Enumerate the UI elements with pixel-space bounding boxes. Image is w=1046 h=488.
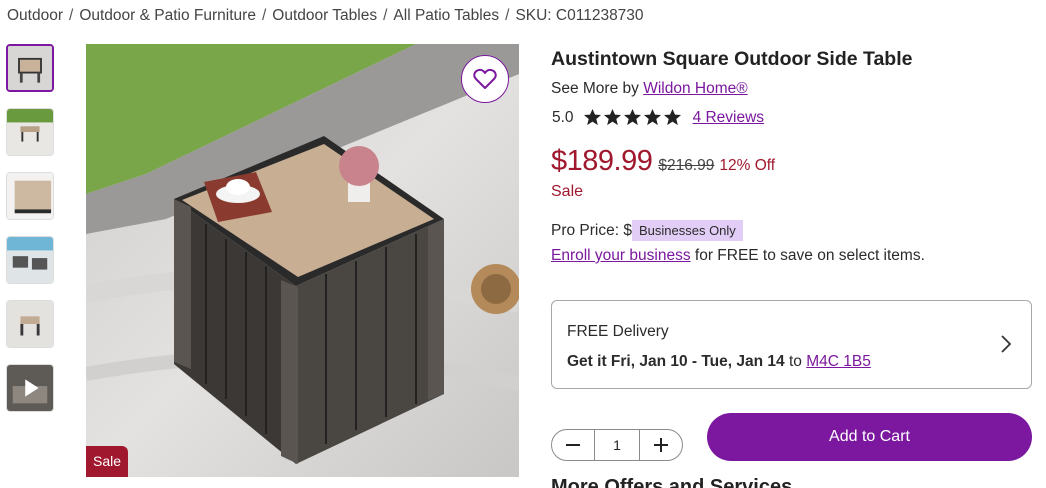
thumbnail-5[interactable] bbox=[6, 300, 54, 348]
thumbnail-image bbox=[7, 237, 53, 283]
star-icon bbox=[603, 108, 621, 126]
plus-icon bbox=[654, 438, 668, 452]
reviews-link[interactable]: 4 Reviews bbox=[693, 109, 765, 127]
breadcrumb-outdoor-patio-furniture[interactable]: Outdoor & Patio Furniture bbox=[79, 7, 256, 24]
add-to-cart-button[interactable]: Add to Cart bbox=[707, 413, 1032, 461]
sale-label: Sale bbox=[551, 183, 584, 200]
pro-price-row: Pro Price: $ Businesses Only bbox=[551, 220, 743, 241]
enroll-business-link[interactable]: Enroll your business bbox=[551, 247, 691, 264]
product-photo bbox=[86, 44, 519, 477]
heart-icon bbox=[473, 68, 497, 89]
delivery-title: FREE Delivery bbox=[567, 323, 669, 340]
thumbnail-image bbox=[8, 46, 52, 90]
chevron-right-icon bbox=[1001, 335, 1011, 353]
product-title: Austintown Square Outdoor Side Table bbox=[551, 48, 913, 70]
star-icon bbox=[663, 108, 681, 126]
minus-icon bbox=[566, 444, 580, 446]
pro-price-label: Pro Price: $ bbox=[551, 221, 632, 239]
thumbnail-image bbox=[7, 173, 53, 219]
more-offers-heading: More Offers and Services bbox=[551, 476, 793, 488]
discount-percent: 12% Off bbox=[719, 157, 776, 174]
breadcrumb-separator: / bbox=[69, 7, 74, 24]
postal-code-link[interactable]: M4C 1B5 bbox=[806, 353, 871, 370]
thumbnail-strip bbox=[6, 44, 54, 428]
breadcrumb-all-patio-tables[interactable]: All Patio Tables bbox=[393, 7, 499, 24]
quantity-stepper bbox=[551, 429, 683, 461]
increase-quantity-button[interactable] bbox=[640, 430, 682, 460]
sale-price: $189.99 bbox=[551, 145, 653, 177]
original-price: $216.99 bbox=[658, 157, 715, 174]
sale-badge: Sale bbox=[86, 446, 129, 477]
breadcrumb-separator: / bbox=[383, 7, 388, 24]
star-icon bbox=[623, 108, 641, 126]
breadcrumb-outdoor-tables[interactable]: Outdoor Tables bbox=[272, 7, 377, 24]
delivery-window: Get it Fri, Jan 10 - Tue, Jan 14 bbox=[567, 353, 785, 370]
brand-link[interactable]: Wildon Home® bbox=[643, 80, 747, 97]
star-rating bbox=[583, 108, 683, 127]
breadcrumb-outdoor[interactable]: Outdoor bbox=[7, 7, 63, 24]
enroll-business-row: Enroll your business for FREE to save on… bbox=[551, 247, 925, 265]
breadcrumb: Outdoor / Outdoor & Patio Furniture / Outdoo… bbox=[7, 7, 644, 25]
star-icon bbox=[643, 108, 661, 126]
breadcrumb-separator: / bbox=[505, 7, 510, 24]
rating-value: 5.0 bbox=[552, 108, 574, 126]
thumbnail-2[interactable] bbox=[6, 108, 54, 156]
businesses-only-badge: Businesses Only bbox=[631, 220, 743, 241]
rating-row: 5.0 4 Reviews bbox=[552, 108, 764, 127]
thumbnail-3[interactable] bbox=[6, 172, 54, 220]
thumbnail-4[interactable] bbox=[6, 236, 54, 284]
sku-label: SKU: C011238730 bbox=[515, 7, 644, 24]
delivery-card[interactable]: FREE Delivery Get it Fri, Jan 10 - Tue, … bbox=[551, 300, 1032, 389]
thumbnail-video[interactable] bbox=[6, 364, 54, 412]
enroll-suffix: for FREE to save on select items. bbox=[694, 247, 925, 264]
see-more-prefix: See More by bbox=[551, 80, 639, 97]
thumbnail-1[interactable] bbox=[6, 44, 54, 92]
delivery-window-row: Get it Fri, Jan 10 - Tue, Jan 14 to M4C … bbox=[567, 353, 871, 371]
delivery-to: to bbox=[788, 353, 802, 370]
quantity-input[interactable] bbox=[594, 430, 640, 460]
thumbnail-image bbox=[7, 109, 53, 155]
thumbnail-image bbox=[7, 301, 53, 347]
see-more-by: See More by Wildon Home® bbox=[551, 80, 748, 98]
star-icon bbox=[583, 108, 601, 126]
main-product-image[interactable] bbox=[86, 44, 519, 477]
decrease-quantity-button[interactable] bbox=[552, 430, 594, 460]
favorite-button[interactable] bbox=[461, 55, 509, 103]
breadcrumb-separator: / bbox=[261, 7, 267, 24]
price-row: $189.99 $216.99 12% Off bbox=[551, 145, 775, 178]
thumbnail-image bbox=[7, 365, 53, 411]
